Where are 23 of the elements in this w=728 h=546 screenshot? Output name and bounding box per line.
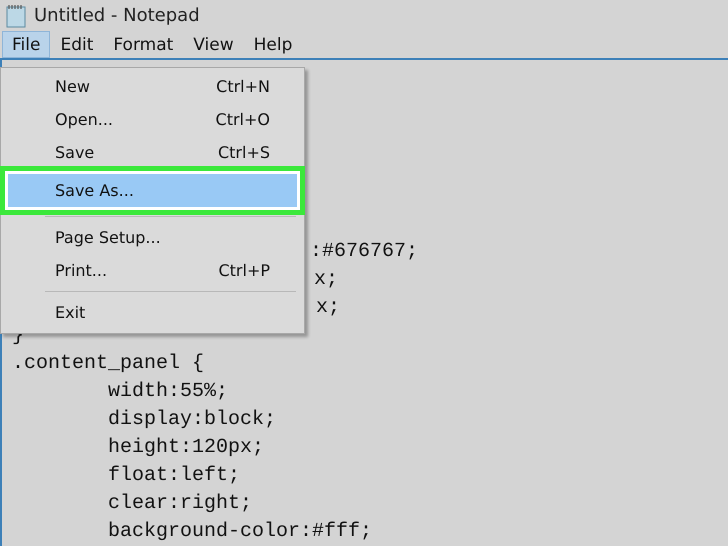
code-line: background-color:#fff; <box>107 519 372 545</box>
menu-bar-item[interactable]: File <box>2 31 50 58</box>
code-line: x; <box>314 267 338 293</box>
menu-item[interactable]: Save Ctrl+S <box>1 136 304 169</box>
menu-item[interactable]: Exit <box>1 296 304 329</box>
code-line: height:120px; <box>107 435 264 461</box>
menu-item[interactable]: Open... Ctrl+O <box>1 103 304 136</box>
code-line: .content_panel { <box>12 351 204 377</box>
notepad-icon <box>6 4 26 28</box>
window-title: Untitled - Notepad <box>34 5 200 26</box>
menu-bar-item[interactable]: Edit <box>50 31 104 58</box>
menu-item[interactable]: New Ctrl+N <box>1 70 304 103</box>
code-line: clear:right; <box>107 491 252 517</box>
code-line: :#676767; <box>310 239 418 265</box>
menu-item[interactable]: Print... Ctrl+P <box>1 254 304 287</box>
menu-bar-item[interactable]: View <box>183 31 244 58</box>
code-line: x; <box>316 295 340 321</box>
menu-item[interactable]: Page Setup... <box>1 221 304 254</box>
code-line: display:block; <box>107 407 276 433</box>
menu-bar-item[interactable]: Help <box>244 31 302 58</box>
code-line: width:55%; <box>107 379 228 405</box>
menu-bar-item[interactable]: Format <box>103 31 184 58</box>
code-line: float:left; <box>107 463 240 489</box>
